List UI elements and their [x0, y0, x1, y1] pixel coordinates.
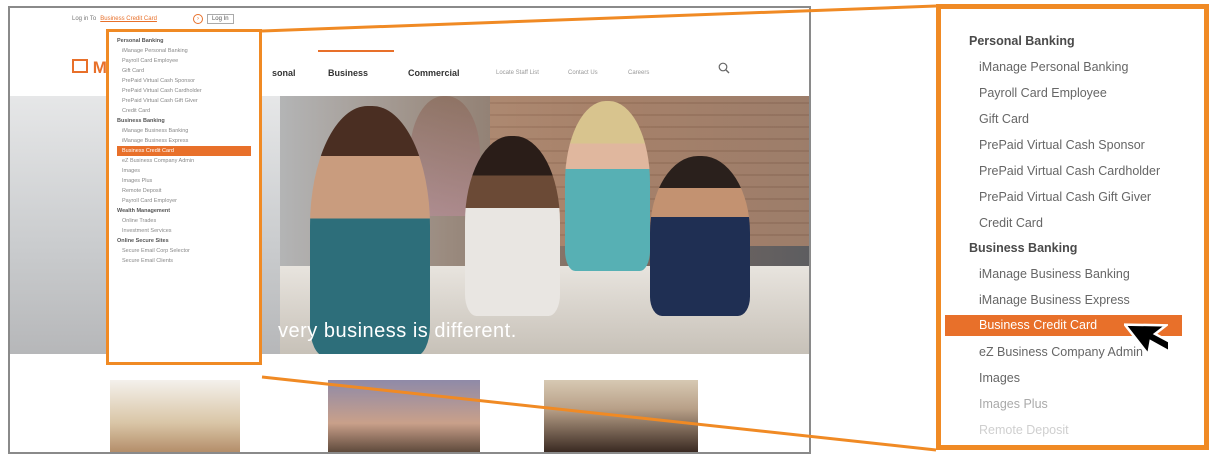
- dropdown-item-business-credit-card[interactable]: Business Credit Card: [117, 146, 251, 156]
- zoom-section-business-banking: Business Banking: [969, 241, 1078, 255]
- nav-commercial[interactable]: Commercial: [408, 68, 496, 78]
- hero-person-smiling-woman: [310, 106, 430, 354]
- nav-business[interactable]: Business: [328, 68, 408, 78]
- dropdown-item-secure-email-clients[interactable]: Secure Email Clients: [117, 256, 251, 266]
- dropdown-item-imanage-personal-banking[interactable]: iManage Personal Banking: [117, 46, 251, 56]
- dropdown-item-prepaid-virtual-cash-cardholder[interactable]: PrePaid Virtual Cash Cardholder: [117, 86, 251, 96]
- dropdown-section-online-secure-sites: Online Secure Sites: [117, 238, 169, 244]
- zoom-item-prepaid-virtual-cash-cardholder[interactable]: PrePaid Virtual Cash Cardholder: [969, 158, 1204, 184]
- zoom-item-ez-business-company-admin[interactable]: eZ Business Company Admin: [969, 339, 1204, 365]
- search-icon[interactable]: [718, 62, 730, 74]
- dropdown-item-imanage-business-express[interactable]: iManage Business Express: [117, 136, 251, 146]
- dropdown-item-online-trades[interactable]: Online Trades: [117, 216, 251, 226]
- nav-contact[interactable]: Contact Us: [568, 70, 628, 76]
- zoom-item-payroll-card-employee[interactable]: Payroll Card Employee: [969, 80, 1204, 106]
- zoom-item-credit-card[interactable]: Credit Card: [969, 210, 1204, 236]
- dropdown-item-prepaid-virtual-cash-sponsor[interactable]: PrePaid Virtual Cash Sponsor: [117, 76, 251, 86]
- hero-person-blonde: [565, 101, 650, 271]
- zoom-section-personal-banking: Personal Banking: [969, 34, 1075, 48]
- zoom-item-imanage-business-banking[interactable]: iManage Business Banking: [969, 261, 1204, 287]
- logo-mark-icon: [72, 59, 88, 73]
- mouse-pointer-icon: [1124, 323, 1168, 358]
- hero-person-white-shirt: [465, 136, 560, 316]
- nav-careers[interactable]: Careers: [628, 70, 668, 76]
- dropdown-item-ez-business-company-admin[interactable]: eZ Business Company Admin: [117, 156, 251, 166]
- dropdown-item-credit-card[interactable]: Credit Card: [117, 106, 251, 116]
- main-nav: sonal Business Commercial Locate Staff L…: [272, 63, 668, 83]
- dropdown-item-remote-deposit[interactable]: Remote Deposit: [117, 186, 251, 196]
- dropdown-item-payroll-card-employee[interactable]: Payroll Card Employee: [117, 56, 251, 66]
- zoom-item-imanage-business-express[interactable]: iManage Business Express: [969, 287, 1204, 313]
- hero-headline: very business is different.: [278, 320, 517, 342]
- hero-person-navy-sweater: [650, 156, 750, 316]
- nav-personal[interactable]: sonal: [272, 68, 328, 78]
- feature-thumbnail-man-writing[interactable]: [110, 380, 240, 452]
- active-nav-underline: [318, 50, 394, 52]
- dropdown-section-business-banking: Business Banking: [117, 118, 165, 124]
- zoom-item-remote-deposit[interactable]: Remote Deposit: [969, 417, 1204, 443]
- dropdown-item-payroll-card-employer[interactable]: Payroll Card Employer: [117, 196, 251, 206]
- dropdown-item-prepaid-virtual-cash-gift-giver[interactable]: PrePaid Virtual Cash Gift Giver: [117, 96, 251, 106]
- zoom-item-prepaid-virtual-cash-gift-giver[interactable]: PrePaid Virtual Cash Gift Giver: [969, 184, 1204, 210]
- dropdown-item-investment-services[interactable]: Investment Services: [117, 226, 251, 236]
- login-destination-dropdown: Personal Banking iManage Personal Banking…: [106, 29, 262, 365]
- login-destination-link[interactable]: Business Credit Card: [100, 16, 157, 22]
- dropdown-section-personal-banking: Personal Banking: [117, 38, 164, 44]
- nav-locate[interactable]: Locate Staff List: [496, 70, 568, 76]
- zoom-item-gift-card[interactable]: Gift Card: [969, 106, 1204, 132]
- feature-thumbnail-building[interactable]: [328, 380, 480, 452]
- zoomed-dropdown-panel: Personal Banking iManage Personal Banking…: [936, 4, 1209, 450]
- zoom-item-images-plus[interactable]: Images Plus: [969, 391, 1204, 417]
- dropdown-item-imanage-business-banking[interactable]: iManage Business Banking: [117, 126, 251, 136]
- login-prefix: Log in To: [72, 16, 97, 22]
- dropdown-section-wealth-management: Wealth Management: [117, 208, 171, 214]
- dropdown-item-images-plus[interactable]: Images Plus: [117, 176, 251, 186]
- go-arrow-icon[interactable]: ›: [192, 14, 203, 24]
- dropdown-item-secure-email-corp-selector[interactable]: Secure Email Corp Selector: [117, 246, 251, 256]
- zoom-item-images[interactable]: Images: [969, 365, 1204, 391]
- zoom-item-imanage-personal-banking[interactable]: iManage Personal Banking: [969, 54, 1204, 80]
- login-button[interactable]: Log In: [206, 14, 234, 24]
- login-row: Log in To Business Credit Card › Log In: [72, 14, 234, 24]
- feature-thumbnail-smiling-man[interactable]: [544, 380, 698, 452]
- dropdown-item-images[interactable]: Images: [117, 166, 251, 176]
- bank-logo[interactable]: M: [72, 58, 107, 78]
- logo-text: M: [92, 58, 107, 77]
- zoom-item-prepaid-virtual-cash-sponsor[interactable]: PrePaid Virtual Cash Sponsor: [969, 132, 1204, 158]
- dropdown-item-gift-card[interactable]: Gift Card: [117, 66, 251, 76]
